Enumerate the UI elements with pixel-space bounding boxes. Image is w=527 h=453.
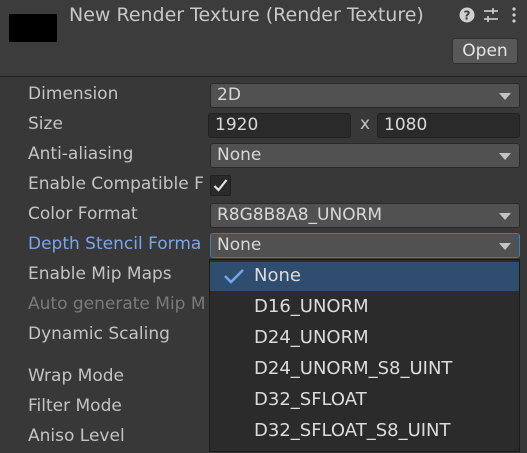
popup-option-label: D24_UNORM: [254, 327, 369, 348]
depth-stencil-format-dropdown[interactable]: None: [210, 233, 520, 258]
color-format-value: R8G8B8A8_UNORM: [217, 205, 383, 225]
popup-option-d32-sfloat[interactable]: D32_SFLOAT: [210, 386, 519, 415]
help-icon[interactable]: ?: [458, 6, 476, 24]
inspector-title: New Render Texture (Render Texture): [69, 4, 424, 26]
svg-text:?: ?: [464, 9, 471, 23]
chevron-down-icon: [499, 243, 511, 250]
popup-option-none[interactable]: None: [210, 262, 519, 291]
chevron-down-icon: [499, 153, 511, 160]
inspector-header: New Render Texture (Render Texture) ? Op…: [0, 0, 527, 77]
depth-stencil-format-popup: None D16_UNORM D24_UNORM D24_UNORM_S8_UI…: [209, 259, 520, 452]
enable-compatible-format-checkbox[interactable]: [210, 175, 231, 196]
size-width-field[interactable]: 1920: [208, 113, 351, 138]
presets-icon[interactable]: [482, 6, 500, 24]
color-format-dropdown[interactable]: R8G8B8A8_UNORM: [210, 203, 520, 228]
dimension-label: Dimension: [28, 84, 119, 104]
checkmark-icon: [224, 269, 244, 284]
popup-option-d16-unorm[interactable]: D16_UNORM: [210, 293, 519, 322]
size-height-field[interactable]: 1080: [377, 113, 520, 138]
dimension-value: 2D: [217, 85, 241, 105]
filter-mode-label: Filter Mode: [28, 396, 122, 416]
size-row: Size 1920 x 1080: [0, 111, 527, 141]
anti-aliasing-dropdown[interactable]: None: [210, 143, 520, 168]
chevron-down-icon: [499, 213, 511, 220]
size-height-value: 1080: [384, 115, 428, 135]
popup-option-d24-unorm-s8-uint[interactable]: D24_UNORM_S8_UINT: [210, 355, 519, 384]
popup-option-label: D32_SFLOAT: [254, 389, 367, 410]
checkmark-icon: [213, 179, 228, 192]
dimension-row: Dimension 2D: [0, 81, 527, 111]
color-format-label: Color Format: [28, 204, 138, 224]
popup-option-d24-unorm[interactable]: D24_UNORM: [210, 324, 519, 353]
size-separator: x: [360, 114, 371, 134]
depth-stencil-format-value: None: [217, 235, 262, 255]
depth-stencil-format-row: Depth Stencil Forma None: [0, 231, 527, 261]
dimension-dropdown[interactable]: 2D: [210, 83, 520, 108]
popup-option-label: D24_UNORM_S8_UINT: [254, 358, 453, 379]
anti-aliasing-row: Anti-aliasing None: [0, 141, 527, 171]
size-width-value: 1920: [215, 115, 259, 135]
size-label: Size: [28, 114, 63, 134]
enable-compatible-format-row: Enable Compatible F: [0, 171, 527, 201]
open-button[interactable]: Open: [452, 38, 518, 64]
color-format-row: Color Format R8G8B8A8_UNORM: [0, 201, 527, 231]
auto-generate-mip-maps-label: Auto generate Mip M: [28, 294, 206, 314]
popup-option-label: D16_UNORM: [254, 296, 369, 317]
kebab-menu-icon[interactable]: [505, 6, 523, 24]
popup-option-label: D32_SFLOAT_S8_UINT: [254, 420, 451, 441]
texture-preview-thumbnail: [9, 14, 57, 42]
dynamic-scaling-label: Dynamic Scaling: [28, 324, 170, 344]
chevron-down-icon: [499, 93, 511, 100]
aniso-level-label: Aniso Level: [28, 426, 125, 446]
anti-aliasing-label: Anti-aliasing: [28, 144, 134, 164]
enable-compatible-format-label: Enable Compatible F: [28, 174, 204, 194]
popup-option-d32-sfloat-s8-uint[interactable]: D32_SFLOAT_S8_UINT: [210, 417, 519, 446]
wrap-mode-label: Wrap Mode: [28, 366, 124, 386]
anti-aliasing-value: None: [217, 145, 262, 165]
enable-mip-maps-label: Enable Mip Maps: [28, 264, 172, 284]
popup-option-label: None: [254, 265, 301, 286]
depth-stencil-format-label: Depth Stencil Forma: [28, 234, 202, 254]
